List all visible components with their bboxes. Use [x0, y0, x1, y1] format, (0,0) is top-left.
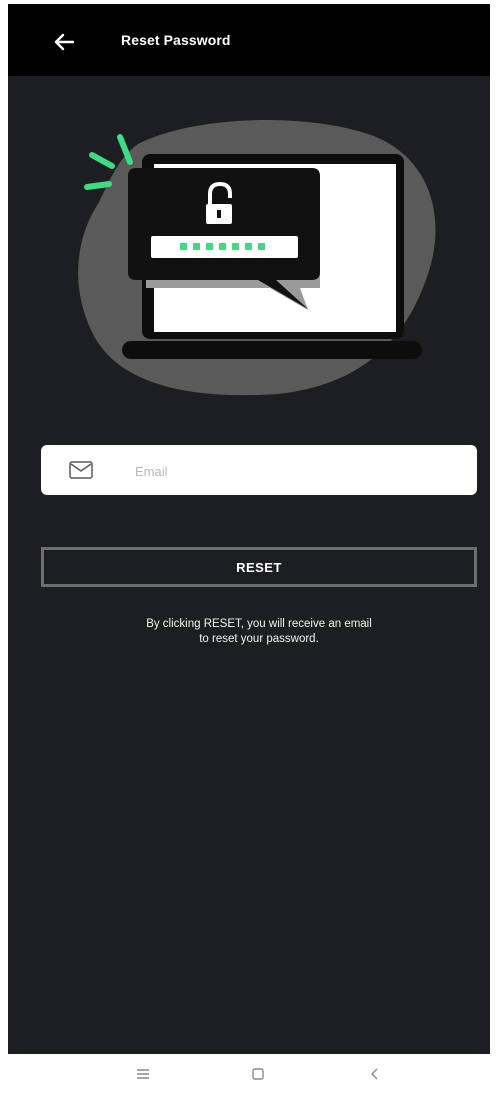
reset-password-screen: Reset Password Email RESET By clicking R… [8, 4, 490, 1054]
reset-helper-text: By clicking RESET, you will receive an e… [68, 617, 450, 647]
arrow-left-icon [54, 33, 75, 51]
email-field[interactable] [41, 445, 477, 497]
page-title: Reset Password [121, 32, 231, 48]
app-bar: Reset Password [8, 4, 490, 76]
home-button[interactable] [246, 1062, 270, 1086]
home-square-icon [252, 1068, 264, 1080]
back-chevron-icon [371, 1068, 378, 1080]
envelope-icon [69, 461, 93, 479]
reset-button[interactable]: RESET [41, 547, 477, 587]
recent-apps-button[interactable] [131, 1062, 155, 1086]
menu-icon [137, 1069, 149, 1079]
back-button[interactable] [48, 26, 80, 58]
email-input[interactable] [133, 445, 467, 497]
helper-text-line-1: By clicking RESET, you will receive an e… [146, 618, 372, 630]
laptop-password-reset-illustration [78, 120, 436, 396]
laptop-base [122, 341, 422, 359]
helper-text-line-2: to reset your password. [199, 633, 319, 645]
system-navigation-bar [0, 1054, 497, 1095]
system-back-button[interactable] [363, 1062, 387, 1086]
